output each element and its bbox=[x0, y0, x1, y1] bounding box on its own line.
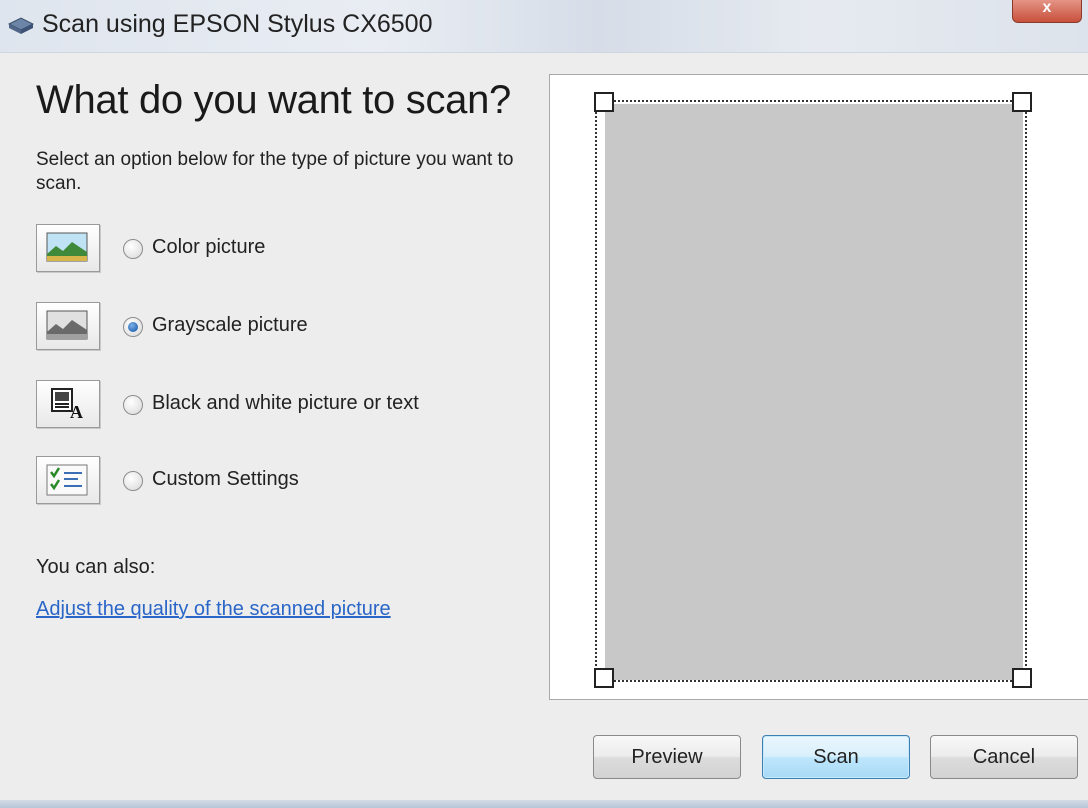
black-white-text-icon[interactable]: A bbox=[36, 380, 100, 428]
color-picture-icon[interactable] bbox=[36, 224, 100, 272]
close-button[interactable]: x bbox=[1012, 0, 1082, 23]
preview-button[interactable]: Preview bbox=[593, 735, 741, 779]
grayscale-picture-radio[interactable] bbox=[123, 317, 143, 337]
instruction-text: Select an option below for the type of p… bbox=[36, 149, 514, 194]
black-white-radio[interactable] bbox=[123, 395, 143, 415]
title-bar: Scan using EPSON Stylus CX6500 x bbox=[0, 0, 1088, 53]
also-label: You can also: bbox=[36, 556, 156, 578]
scanner-app-icon bbox=[8, 17, 34, 34]
selection-marquee[interactable] bbox=[595, 100, 1027, 682]
scan-button[interactable]: Scan bbox=[762, 735, 910, 779]
custom-settings-icon[interactable] bbox=[36, 456, 100, 504]
grayscale-picture-label[interactable]: Grayscale picture bbox=[152, 314, 308, 337]
custom-settings-radio[interactable] bbox=[123, 471, 143, 491]
window-title: Scan using EPSON Stylus CX6500 bbox=[42, 10, 433, 38]
resize-handle-top-right[interactable] bbox=[1012, 92, 1032, 112]
window-bottom-border bbox=[0, 800, 1088, 808]
grayscale-picture-icon[interactable] bbox=[36, 302, 100, 350]
color-picture-label[interactable]: Color picture bbox=[152, 236, 265, 259]
custom-settings-label[interactable]: Custom Settings bbox=[152, 468, 299, 491]
adjust-quality-link[interactable]: Adjust the quality of the scanned pictur… bbox=[36, 598, 391, 621]
svg-text:A: A bbox=[70, 402, 83, 420]
resize-handle-bottom-left[interactable] bbox=[594, 668, 614, 688]
resize-handle-top-left[interactable] bbox=[594, 92, 614, 112]
cancel-button[interactable]: Cancel bbox=[930, 735, 1078, 779]
color-picture-radio[interactable] bbox=[123, 239, 143, 259]
page-title: What do you want to scan? bbox=[36, 78, 512, 122]
black-white-label[interactable]: Black and white picture or text bbox=[152, 392, 419, 415]
resize-handle-bottom-right[interactable] bbox=[1012, 668, 1032, 688]
